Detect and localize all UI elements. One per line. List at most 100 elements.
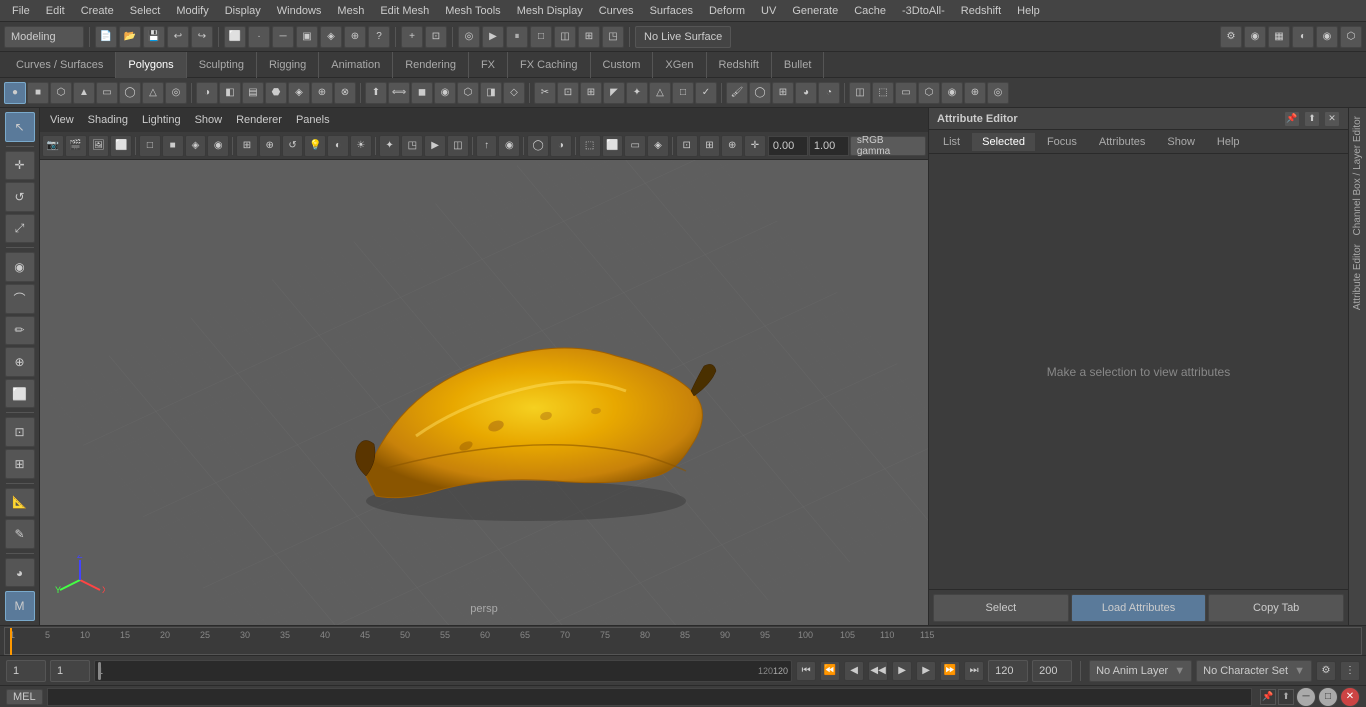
attr-tab-attributes[interactable]: Attributes — [1089, 133, 1155, 151]
menu-mesh[interactable]: Mesh — [329, 3, 372, 19]
attr-tab-focus[interactable]: Focus — [1037, 133, 1087, 151]
win-close-btn[interactable]: ✕ — [1340, 687, 1360, 707]
menu-cache[interactable]: Cache — [846, 3, 894, 19]
vp-shade-btn[interactable]: ◉ — [207, 135, 229, 157]
next-frame-btn[interactable]: ▶ — [916, 661, 936, 681]
vp-manip-btn[interactable]: ✛ — [744, 135, 766, 157]
win-max-btn[interactable]: □ — [1318, 687, 1338, 707]
render2-btn[interactable]: ◉ — [1244, 26, 1266, 48]
bevel-btn[interactable]: ◇ — [503, 82, 525, 104]
snap2-btn[interactable]: ⊡ — [425, 26, 447, 48]
timeline-ruler[interactable]: 1 5 10 15 20 25 30 35 40 45 50 55 60 65 … — [4, 627, 1362, 655]
play-back-btn[interactable]: ◀◀ — [868, 661, 888, 681]
go-end-btn[interactable]: ⏭ — [964, 661, 984, 681]
viewport-shading-menu[interactable]: Shading — [84, 112, 132, 128]
paint-btn[interactable]: 🖌 — [726, 82, 748, 104]
move-tool[interactable]: ✛ — [5, 151, 35, 181]
bridge-btn[interactable]: ⟺ — [388, 82, 410, 104]
uv-cam-btn[interactable]: ◎ — [987, 82, 1009, 104]
select-edge-btn[interactable]: ─ — [272, 26, 294, 48]
select-all-btn[interactable]: ⬜ — [224, 26, 246, 48]
vp-res-btn[interactable]: ▭ — [624, 135, 646, 157]
step-back-btn[interactable]: ⏪ — [820, 661, 840, 681]
vp-snap2-btn[interactable]: ⊕ — [259, 135, 281, 157]
select-uv-btn[interactable]: ◈ — [320, 26, 342, 48]
frame-slider[interactable]: 1 120 120 — [94, 660, 792, 682]
vp-solid-btn[interactable]: ■ — [162, 135, 184, 157]
select-vert-btn[interactable]: · — [248, 26, 270, 48]
display-btn[interactable]: ▦ — [1268, 26, 1290, 48]
pipe-btn[interactable]: ◎ — [165, 82, 187, 104]
plane-btn[interactable]: ▭ — [96, 82, 118, 104]
rs-btn[interactable]: ◉ — [1316, 26, 1338, 48]
vp-iso-btn[interactable]: ◳ — [401, 135, 423, 157]
mel-input[interactable] — [47, 688, 1252, 706]
menu-help[interactable]: Help — [1009, 3, 1048, 19]
menu-mesh-display[interactable]: Mesh Display — [509, 3, 591, 19]
settings-btn[interactable]: ⚙ — [1220, 26, 1242, 48]
slider-handle[interactable] — [98, 662, 101, 680]
menu-create[interactable]: Create — [73, 3, 122, 19]
pause-btn[interactable]: ⏸ — [506, 26, 528, 48]
torus-btn[interactable]: ◯ — [119, 82, 141, 104]
knife-btn[interactable]: ✂ — [534, 82, 556, 104]
tab-custom[interactable]: Custom — [591, 52, 654, 78]
tab-rigging[interactable]: Rigging — [257, 52, 319, 78]
attr-expand-btn[interactable]: ⬆ — [1304, 111, 1320, 127]
viewport-renderer-menu[interactable]: Renderer — [232, 112, 286, 128]
uv-sph-btn[interactable]: ◉ — [941, 82, 963, 104]
viewport-lighting-menu[interactable]: Lighting — [138, 112, 185, 128]
loop-cut-btn[interactable]: ⊡ — [557, 82, 579, 104]
attr-editor-tab[interactable]: Attribute Editor — [1350, 240, 1365, 314]
vp-tex-btn[interactable]: ◈ — [185, 135, 207, 157]
poke-btn[interactable]: ✦ — [626, 82, 648, 104]
vp-orbit-btn[interactable]: ↺ — [282, 135, 304, 157]
menu-modify[interactable]: Modify — [168, 3, 216, 19]
uv-planar-btn[interactable]: ▭ — [895, 82, 917, 104]
cam3-btn[interactable]: ⊞ — [578, 26, 600, 48]
menu-mesh-tools[interactable]: Mesh Tools — [437, 3, 508, 19]
retopo-btn[interactable]: ⬡ — [457, 82, 479, 104]
tab-redshift[interactable]: Redshift — [707, 52, 772, 78]
anim-settings-btn[interactable]: ⚙ — [1316, 661, 1336, 681]
menu-surfaces[interactable]: Surfaces — [642, 3, 701, 19]
vp-film-btn[interactable]: 🎬 — [65, 135, 87, 157]
subdiv2-btn[interactable]: ◈ — [288, 82, 310, 104]
attr-load-btn[interactable]: Load Attributes — [1071, 594, 1207, 622]
attr-copy-btn[interactable]: Copy Tab — [1208, 594, 1344, 622]
vp-hud-btn[interactable]: ◫ — [447, 135, 469, 157]
timeline-cursor[interactable] — [10, 628, 12, 656]
tab-fx-caching[interactable]: FX Caching — [508, 52, 590, 78]
snap-tool[interactable]: ⊡ — [5, 417, 35, 447]
vp-playblast-btn[interactable]: ▶ — [424, 135, 446, 157]
uv-unfold-btn[interactable]: ⬚ — [872, 82, 894, 104]
vp-snap3-btn[interactable]: ⊡ — [676, 135, 698, 157]
tab-curves-surfaces[interactable]: Curves / Surfaces — [4, 52, 116, 78]
current-frame-display[interactable]: 120 — [988, 660, 1028, 682]
vp-grid-btn[interactable]: ⊞ — [236, 135, 258, 157]
vp-gate-btn[interactable]: ⬚ — [579, 135, 601, 157]
viewport-panels-menu[interactable]: Panels — [292, 112, 334, 128]
cone-btn[interactable]: ▲ — [73, 82, 95, 104]
attr-tab-help[interactable]: Help — [1207, 133, 1250, 151]
uv-editor-btn[interactable]: ◫ — [849, 82, 871, 104]
vp-amb-btn[interactable]: ☀ — [350, 135, 372, 157]
redo-btn[interactable]: ↪ — [191, 26, 213, 48]
step-fwd-btn[interactable]: ⏩ — [940, 661, 960, 681]
vp-ren-btn[interactable]: ◈ — [647, 135, 669, 157]
tab-sculpting[interactable]: Sculpting — [187, 52, 257, 78]
win-min-btn[interactable]: ─ — [1296, 687, 1316, 707]
lattice-btn[interactable]: ⊞ — [772, 82, 794, 104]
separate-btn[interactable]: ⊗ — [334, 82, 356, 104]
channel-box-tab[interactable]: Channel Box / Layer Editor — [1350, 112, 1365, 240]
viewport-show-menu[interactable]: Show — [191, 112, 227, 128]
cyl-btn[interactable]: ⬡ — [50, 82, 72, 104]
attr-tab-selected[interactable]: Selected — [972, 133, 1035, 151]
menu-edit-mesh[interactable]: Edit Mesh — [372, 3, 437, 19]
show-tool[interactable]: ◕ — [5, 558, 35, 588]
cam1-btn[interactable]: □ — [530, 26, 552, 48]
attr-close-btn[interactable]: ✕ — [1324, 111, 1340, 127]
vp-smooth2-btn[interactable]: ◉ — [498, 135, 520, 157]
soft-sel-btn[interactable]: ◔ — [818, 82, 840, 104]
vp-xray-btn[interactable]: ✦ — [379, 135, 401, 157]
